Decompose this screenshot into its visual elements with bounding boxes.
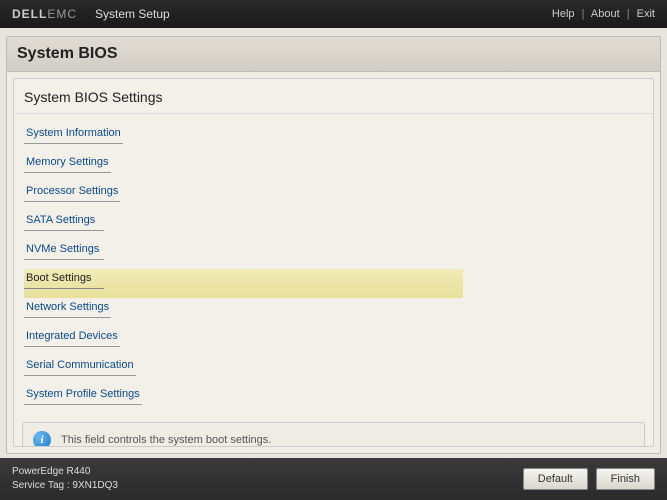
help-box: i This field controls the system boot se…: [22, 422, 645, 447]
menu-row: Memory Settings: [24, 153, 643, 182]
menu-row: Processor Settings: [24, 182, 643, 211]
main-area: System BIOS System BIOS Settings System …: [0, 28, 667, 458]
menu-row: Integrated Devices: [24, 327, 643, 356]
menu-item-system-information[interactable]: System Information: [24, 124, 123, 144]
menu-item-nvme-settings[interactable]: NVMe Settings: [24, 240, 104, 260]
settings-subtitle: System BIOS Settings: [14, 79, 653, 114]
info-icon: i: [33, 431, 51, 447]
menu-item-serial-communication[interactable]: Serial Communication: [24, 356, 136, 376]
menu-row: SATA Settings: [24, 211, 643, 240]
menu-row: NVMe Settings: [24, 240, 643, 269]
menu-row: Boot Settings: [24, 269, 463, 298]
exit-link[interactable]: Exit: [637, 8, 655, 20]
menu-row: Serial Communication: [24, 356, 643, 385]
separator: |: [582, 8, 585, 20]
top-links: Help | About | Exit: [552, 8, 655, 20]
button-group: Default Finish: [523, 468, 655, 490]
service-tag-row: Service Tag : 9XN1DQ3: [12, 479, 118, 493]
settings-panel: System BIOS Settings System Information M…: [13, 78, 654, 447]
help-text: This field controls the system boot sett…: [61, 434, 271, 446]
menu-item-memory-settings[interactable]: Memory Settings: [24, 153, 111, 173]
menu-item-sata-settings[interactable]: SATA Settings: [24, 211, 104, 231]
menu-item-boot-settings[interactable]: Boot Settings: [24, 269, 104, 289]
help-link[interactable]: Help: [552, 8, 575, 20]
menu-item-system-profile-settings[interactable]: System Profile Settings: [24, 385, 142, 405]
menu-row: System Profile Settings: [24, 385, 643, 414]
service-tag-label: Service Tag :: [12, 480, 70, 491]
menu-item-network-settings[interactable]: Network Settings: [24, 298, 111, 318]
model-name: PowerEdge R440: [12, 465, 118, 479]
brand-logo: DELLEMC: [12, 7, 77, 21]
service-tag-value: 9XN1DQ3: [72, 480, 118, 491]
separator: |: [627, 8, 630, 20]
menu-row: System Information: [24, 124, 643, 153]
menu-list: System Information Memory Settings Process…: [14, 114, 653, 418]
menu-item-integrated-devices[interactable]: Integrated Devices: [24, 327, 120, 347]
model-info: PowerEdge R440 Service Tag : 9XN1DQ3: [12, 465, 118, 493]
main-panel: System BIOS System BIOS Settings System …: [6, 36, 661, 454]
menu-item-processor-settings[interactable]: Processor Settings: [24, 182, 120, 202]
default-button[interactable]: Default: [523, 468, 588, 490]
bottom-bar: PowerEdge R440 Service Tag : 9XN1DQ3 Def…: [0, 458, 667, 500]
top-bar: DELLEMC System Setup Help | About | Exit: [0, 0, 667, 28]
about-link[interactable]: About: [591, 8, 620, 20]
finish-button[interactable]: Finish: [596, 468, 655, 490]
brand-suffix: EMC: [47, 7, 77, 21]
top-title: System Setup: [95, 7, 170, 21]
page-title: System BIOS: [7, 37, 660, 72]
brand-text: DELL: [12, 7, 47, 21]
menu-row: Network Settings: [24, 298, 643, 327]
